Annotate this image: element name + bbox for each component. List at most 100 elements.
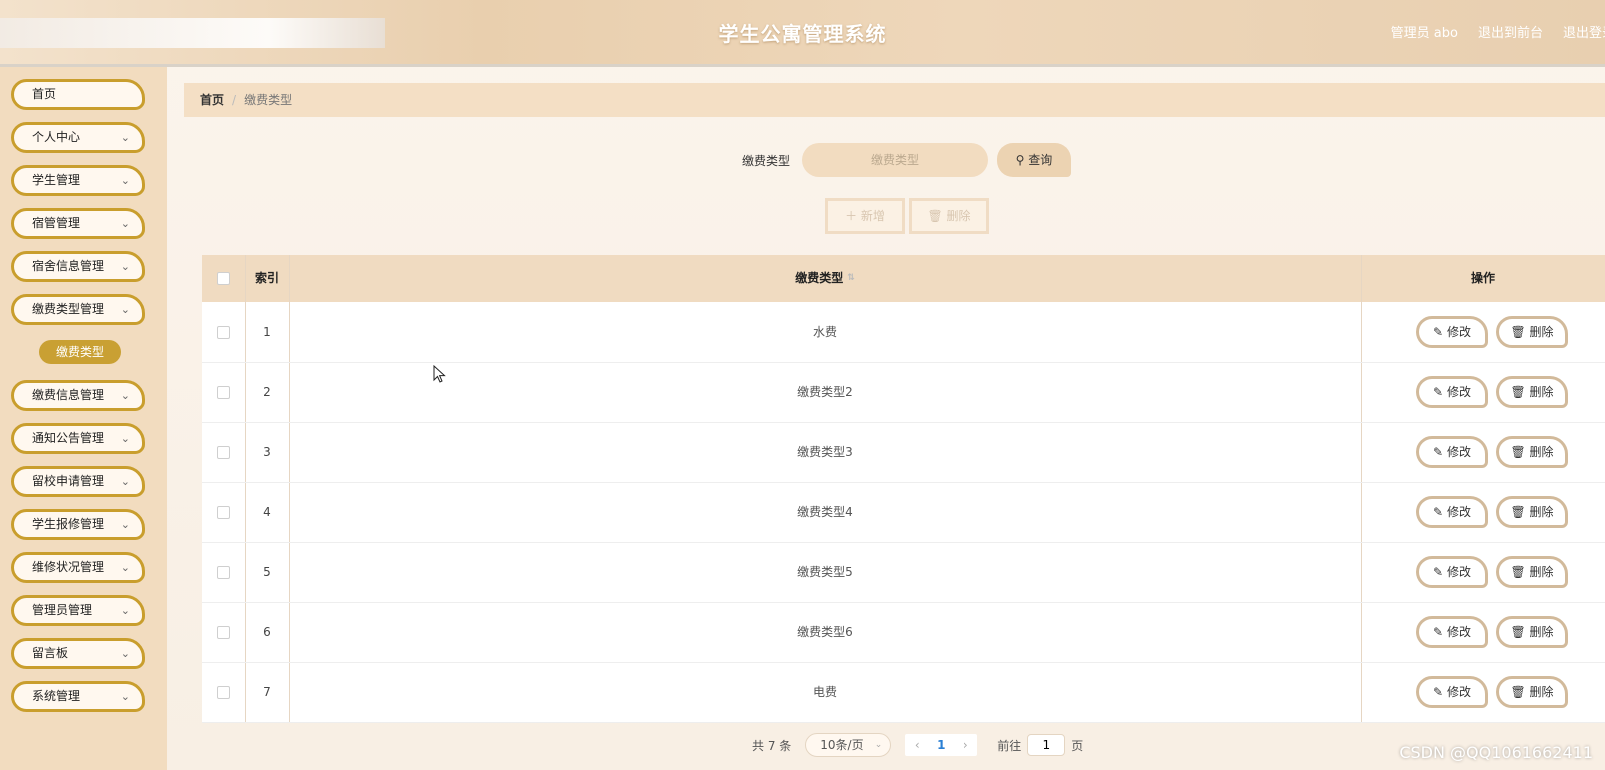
search-input[interactable] — [802, 143, 988, 177]
delete-button[interactable]: 🗑 删除 — [1496, 556, 1568, 588]
edit-icon: ✎ — [1433, 325, 1444, 339]
delete-button[interactable]: 🗑 删除 — [1496, 676, 1568, 708]
page-number[interactable]: 1 — [929, 734, 953, 756]
row-actions: ✎ 修改 🗑 删除 — [1416, 676, 1568, 708]
pagination: 共 7 条 10条/页 ⌄ ‹ 1 › 前往 页 — [752, 733, 1083, 757]
edit-icon: ✎ — [1433, 685, 1444, 699]
chevron-down-icon: ⌄ — [120, 432, 130, 445]
goto-label: 前往 — [997, 738, 1022, 753]
row-checkbox[interactable] — [217, 686, 230, 699]
search-button[interactable]: ⚲ 查询 — [997, 143, 1071, 177]
row-type: 电费 — [812, 685, 837, 699]
exit-to-frontend-link[interactable]: 退出到前台 — [1478, 22, 1543, 41]
row-checkbox[interactable] — [217, 446, 230, 459]
sort-icon[interactable]: ⇅ — [847, 255, 855, 302]
edit-label: 修改 — [1446, 685, 1471, 699]
row-actions: ✎ 修改 🗑 删除 — [1416, 436, 1568, 468]
add-button-label: 新增 — [860, 209, 885, 223]
row-checkbox-cell — [202, 362, 245, 422]
header-ops: 操作 — [1470, 271, 1495, 285]
goto-page-input[interactable] — [1027, 734, 1066, 756]
sidebar-item-notices[interactable]: 通知公告管理 ⌄ — [11, 423, 145, 454]
row-index: 2 — [263, 385, 271, 399]
search-label: 缴费类型 — [742, 154, 791, 168]
table-row: 2 缴费类型2 ✎ 修改 🗑 删除 — [202, 362, 1605, 423]
page-size-select[interactable]: 10条/页 ⌄ — [805, 733, 892, 757]
delete-label: 删除 — [1529, 685, 1554, 699]
edit-button[interactable]: ✎ 修改 — [1416, 556, 1488, 588]
plus-icon: ＋ — [845, 209, 858, 223]
prev-page-icon[interactable]: ‹ — [905, 734, 929, 756]
sidebar-item-message-board[interactable]: 留言板 ⌄ — [11, 638, 145, 669]
delete-button[interactable]: 🗑 删除 — [1496, 616, 1568, 648]
row-checkbox[interactable] — [217, 506, 230, 519]
row-index: 4 — [263, 505, 271, 519]
sidebar-item-stay-requests[interactable]: 留校申请管理 ⌄ — [11, 466, 145, 497]
edit-label: 修改 — [1446, 385, 1471, 399]
row-index: 6 — [263, 625, 271, 639]
row-checkbox-cell — [202, 542, 245, 602]
delete-button[interactable]: 🗑 删除 — [1496, 496, 1568, 528]
edit-button[interactable]: ✎ 修改 — [1416, 316, 1488, 348]
search-icon: ⚲ — [1015, 153, 1025, 167]
edit-button[interactable]: ✎ 修改 — [1416, 436, 1488, 468]
sidebar-item-home[interactable]: 首页 — [11, 79, 145, 110]
sidebar-item-label: 通知公告管理 — [32, 431, 105, 445]
edit-button[interactable]: ✎ 修改 — [1416, 676, 1488, 708]
chevron-down-icon: ⌄ — [120, 475, 130, 488]
delete-button[interactable]: 🗑 删除 — [1496, 316, 1568, 348]
sidebar-item-repairs[interactable]: 学生报修管理 ⌄ — [11, 509, 145, 540]
row-actions: ✎ 修改 🗑 删除 — [1416, 376, 1568, 408]
delete-label: 删除 — [1529, 325, 1554, 339]
row-checkbox[interactable] — [217, 326, 230, 339]
delete-button[interactable]: 🗑 删除 — [1496, 376, 1568, 408]
sidebar-item-label: 留校申请管理 — [32, 474, 105, 488]
chevron-down-icon: ⌄ — [120, 303, 130, 316]
table-row: 6 缴费类型6 ✎ 修改 🗑 删除 — [202, 602, 1605, 663]
sidebar-subitem-fee-type[interactable]: 缴费类型 — [39, 340, 121, 364]
sidebar-item-dorm-info[interactable]: 宿舍信息管理 ⌄ — [11, 251, 145, 282]
sidebar-item-dorm-managers[interactable]: 宿管管理 ⌄ — [11, 208, 145, 239]
sidebar-item-personal[interactable]: 个人中心 ⌄ — [11, 122, 145, 153]
sidebar-item-fee-info[interactable]: 缴费信息管理 ⌄ — [11, 380, 145, 411]
sidebar-item-label: 缴费类型管理 — [32, 302, 105, 316]
chevron-down-icon: ⌄ — [120, 217, 130, 230]
row-checkbox-cell — [202, 482, 245, 542]
logout-link[interactable]: 退出登录 — [1563, 22, 1605, 41]
sidebar-item-students[interactable]: 学生管理 ⌄ — [11, 165, 145, 196]
breadcrumb: 首页 / 缴费类型 — [184, 83, 1605, 117]
edit-button[interactable]: ✎ 修改 — [1416, 496, 1488, 528]
add-button[interactable]: ＋ 新增 — [825, 198, 905, 234]
sidebar-item-label: 宿管管理 — [32, 216, 81, 230]
chevron-down-icon: ⌄ — [120, 647, 130, 660]
header-type[interactable]: 缴费类型 ⇅ — [289, 255, 1361, 302]
sidebar-item-label: 维修状况管理 — [32, 560, 105, 574]
row-index: 5 — [263, 565, 271, 579]
sidebar-item-admins[interactable]: 管理员管理 ⌄ — [11, 595, 145, 626]
trash-icon: 🗑 — [927, 209, 943, 223]
breadcrumb-home[interactable]: 首页 — [200, 93, 224, 107]
table-row: 3 缴费类型3 ✎ 修改 🗑 删除 — [202, 422, 1605, 483]
edit-icon: ✎ — [1433, 385, 1444, 399]
sidebar-item-repair-status[interactable]: 维修状况管理 ⌄ — [11, 552, 145, 583]
batch-delete-button[interactable]: 🗑 删除 — [909, 198, 989, 234]
select-all-checkbox[interactable] — [217, 272, 230, 285]
breadcrumb-current: 缴费类型 — [244, 93, 293, 107]
row-checkbox[interactable] — [217, 386, 230, 399]
sidebar-item-label: 个人中心 — [32, 130, 81, 144]
edit-label: 修改 — [1446, 505, 1471, 519]
edit-button[interactable]: ✎ 修改 — [1416, 616, 1488, 648]
edit-button[interactable]: ✎ 修改 — [1416, 376, 1488, 408]
table-row: 7 电费 ✎ 修改 🗑 删除 — [202, 662, 1605, 723]
next-page-icon[interactable]: › — [953, 734, 977, 756]
edit-icon: ✎ — [1433, 565, 1444, 579]
row-index: 1 — [263, 325, 271, 339]
sidebar-item-fee-types[interactable]: 缴费类型管理 ⌄ — [11, 294, 145, 325]
row-checkbox[interactable] — [217, 566, 230, 579]
row-checkbox[interactable] — [217, 626, 230, 639]
delete-button[interactable]: 🗑 删除 — [1496, 436, 1568, 468]
delete-label: 删除 — [1529, 505, 1554, 519]
header-actions: 管理员 abo 退出到前台 退出登录 — [1391, 22, 1605, 41]
row-type: 水费 — [812, 325, 837, 339]
sidebar-item-system[interactable]: 系统管理 ⌄ — [11, 681, 145, 712]
